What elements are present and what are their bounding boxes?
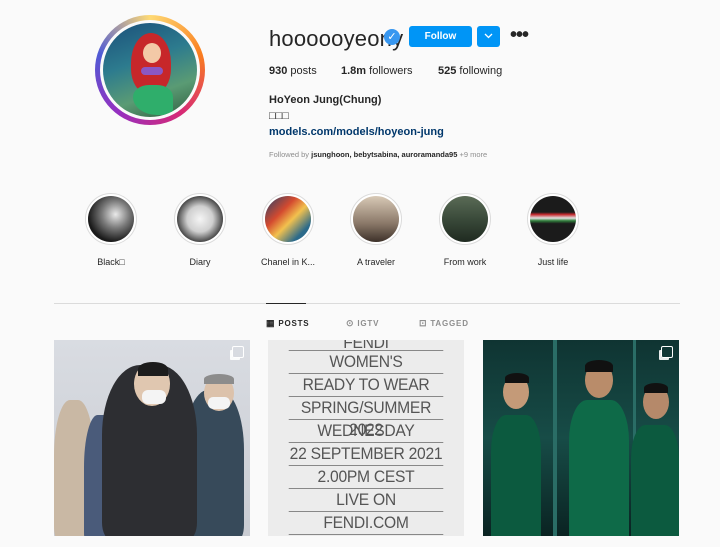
tabs-divider xyxy=(54,303,680,304)
fendi-line: 22 SEPTEMBER 2021 xyxy=(288,443,444,466)
fendi-line: SPRING/SUMMER 2022 xyxy=(288,397,444,439)
verified-badge-icon: ✓ xyxy=(384,29,400,45)
followers-label: followers xyxy=(369,65,413,77)
tab-tagged[interactable]: ⊡ TAGGED xyxy=(419,318,469,329)
post-thumbnail[interactable]: FENDI WOMEN'S READY TO WEAR SPRING/SUMME… xyxy=(268,340,464,536)
tab-tagged-label: TAGGED xyxy=(430,319,469,328)
tab-igtv[interactable]: ⊙ IGTV xyxy=(346,318,379,329)
chevron-down-icon[interactable] xyxy=(477,26,500,47)
fendi-line: WEDNESDAY xyxy=(288,420,444,443)
fendi-line: FENDI xyxy=(288,340,444,351)
post-thumbnail[interactable] xyxy=(483,340,679,536)
igtv-icon: ⊙ xyxy=(346,318,355,328)
highlight-label: From work xyxy=(443,257,487,267)
highlight-item[interactable]: A traveler xyxy=(348,193,404,267)
fendi-line: 2.00PM CEST xyxy=(288,466,444,489)
fendi-line: READY TO WEAR xyxy=(288,374,444,397)
followed-by-prefix: Followed by xyxy=(269,150,310,159)
tab-active-indicator xyxy=(266,303,306,304)
tab-igtv-label: IGTV xyxy=(357,319,380,328)
followed-by-more: +9 more xyxy=(459,150,488,159)
tab-posts-label: POSTS xyxy=(278,319,310,328)
followers-number: 1.8m xyxy=(341,65,367,77)
highlight-label: Chanel in K... xyxy=(260,257,316,267)
grid-icon: ▦ xyxy=(266,318,276,328)
followers-link[interactable]: 1.8m followers xyxy=(341,65,413,77)
fendi-line: WOMEN'S xyxy=(288,351,444,374)
follow-button[interactable]: Follow xyxy=(409,26,472,47)
following-number: 525 xyxy=(438,65,457,77)
highlight-item[interactable]: Diary xyxy=(172,193,228,267)
posts-number: 930 xyxy=(269,65,288,77)
carousel-icon xyxy=(661,346,673,358)
highlight-label: Black□ xyxy=(97,257,125,267)
highlight-label: A traveler xyxy=(356,257,396,267)
post-thumbnail[interactable] xyxy=(54,340,250,536)
highlight-label: Just life xyxy=(537,257,569,267)
carousel-icon xyxy=(232,346,244,358)
posts-label: posts xyxy=(290,65,317,77)
profile-website-link[interactable]: models.com/models/hoyeon-jung xyxy=(269,126,444,138)
profile-username: hoooooyeony xyxy=(269,26,404,51)
posts-count: 930 posts xyxy=(269,65,317,77)
fendi-line: LIVE ON xyxy=(288,489,444,512)
fendi-line: FENDI.COM xyxy=(288,512,444,535)
highlight-item[interactable]: From work xyxy=(437,193,493,267)
profile-full-name: HoYeon Jung(Chung) xyxy=(269,94,382,106)
profile-bio: □□□ xyxy=(269,110,289,122)
more-options-icon[interactable]: ••• xyxy=(510,24,529,47)
tab-posts[interactable]: ▦ POSTS xyxy=(266,318,309,329)
highlight-label: Diary xyxy=(189,257,211,267)
highlight-item[interactable]: Chanel in K... xyxy=(260,193,316,267)
following-label: following xyxy=(459,65,503,77)
profile-avatar[interactable] xyxy=(100,20,200,120)
followed-by-names: jsunghoon, bebytsabina, auroramanda95 xyxy=(311,150,458,159)
followed-by[interactable]: Followed by jsunghoon, bebytsabina, auro… xyxy=(269,150,487,159)
tag-icon: ⊡ xyxy=(419,318,428,328)
highlight-item[interactable]: Black□ xyxy=(83,193,139,267)
following-link[interactable]: 525 following xyxy=(438,65,502,77)
highlight-item[interactable]: Just life xyxy=(525,193,581,267)
